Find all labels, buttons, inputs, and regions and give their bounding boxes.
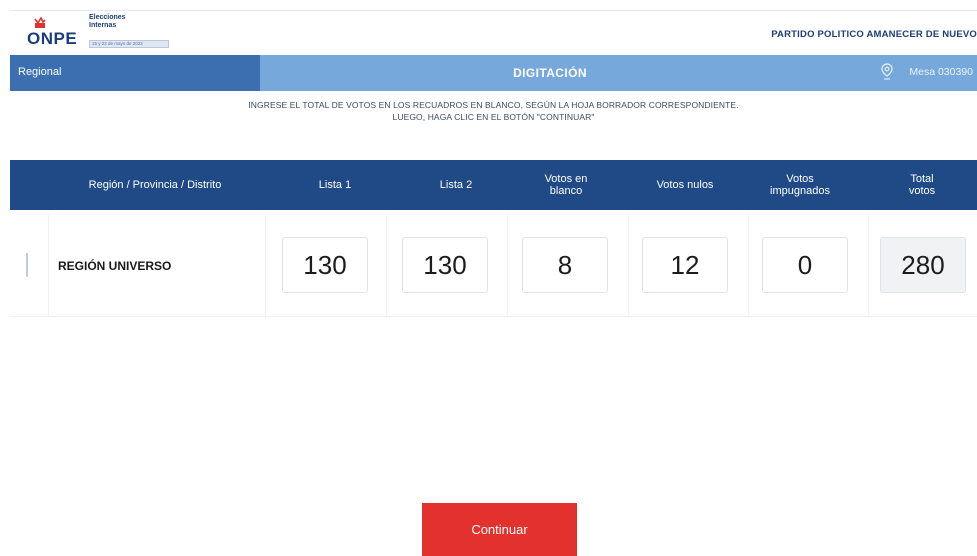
row-divider (868, 215, 869, 317)
lista2-input[interactable]: 130 (402, 237, 488, 293)
header-votos-nulos: Votos nulos (656, 179, 714, 191)
section-bar: Regional DIGITACIÓN Mesa 030390 (10, 55, 977, 91)
row-divider (48, 215, 49, 317)
continuar-button[interactable]: Continuar (422, 503, 577, 556)
votos-nulos-input[interactable]: 12 (642, 237, 728, 293)
row-divider (386, 215, 387, 317)
instruction-line-1: INGRESE EL TOTAL DE VOTOS EN LOS RECUADR… (248, 100, 739, 110)
row-divider (507, 215, 508, 317)
row-divider (265, 215, 266, 317)
onpe-wordmark: ONPE (27, 29, 78, 48)
mesa-number: Mesa 030390 (909, 66, 973, 78)
header-total-votos: Total votos (908, 173, 936, 197)
scope-label: Regional (18, 66, 62, 78)
table-row: REGIÓN UNIVERSO 130 130 8 12 0 280 (10, 215, 977, 317)
header-votos-blanco: Votos en blanco (544, 173, 588, 197)
header-lista1: Lista 1 (318, 179, 352, 191)
onpe-logo: ONPE Elecciones Internas 15 y 22 de mayo… (27, 13, 169, 53)
row-divider (748, 215, 749, 317)
table-header: Región / Provincia / Distrito Lista 1 Li… (10, 160, 977, 210)
instruction-line-2: LUEGO, HAGA CLIC EN EL BOTÓN "CONTINUAR" (392, 112, 595, 122)
total-votos-value: 280 (880, 237, 966, 293)
votos-blanco-input[interactable]: 8 (522, 237, 608, 293)
row-divider (628, 215, 629, 317)
top-header: ONPE Elecciones Internas 15 y 22 de mayo… (10, 10, 977, 54)
bar-right: DIGITACIÓN Mesa 030390 (260, 55, 977, 91)
location-pin-icon (881, 63, 893, 80)
election-title: Elecciones Internas (89, 14, 126, 29)
party-name: PARTIDO POLITICO AMANECER DE NUEVO (771, 29, 977, 40)
row-index-marker (26, 253, 28, 277)
header-lista2: Lista 2 (439, 179, 473, 191)
header-region: Región / Provincia / Distrito (88, 179, 222, 191)
region-name: REGIÓN UNIVERSO (58, 259, 172, 273)
instructions: INGRESE EL TOTAL DE VOTOS EN LOS RECUADR… (10, 99, 977, 123)
ballot-icon (34, 17, 46, 28)
votos-impugnados-input[interactable]: 0 (762, 237, 848, 293)
election-date-badge: 15 y 22 de mayo de 2022 (89, 40, 169, 48)
lista1-input[interactable]: 130 (282, 237, 368, 293)
page-title: DIGITACIÓN (513, 66, 587, 80)
bar-left: Regional (10, 55, 260, 91)
header-votos-impugnados: Votos impugnados (770, 173, 830, 197)
